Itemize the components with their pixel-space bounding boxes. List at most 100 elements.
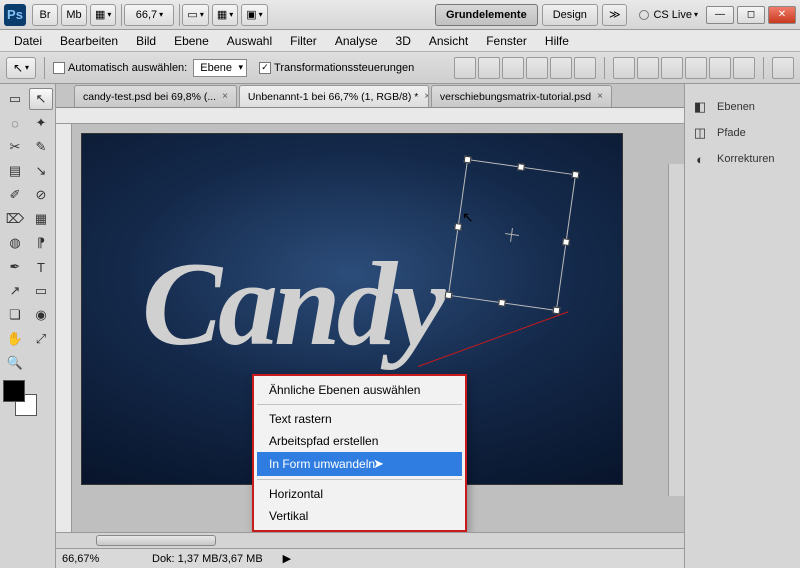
ctx-similar-layers[interactable]: Ähnliche Ebenen auswählen [257, 379, 462, 401]
align-top-button[interactable] [454, 57, 476, 79]
handle-br[interactable] [552, 306, 560, 314]
menu-3d[interactable]: 3D [388, 32, 419, 50]
menu-analyse[interactable]: Analyse [327, 32, 386, 50]
tool-move[interactable]: ↖ [29, 88, 53, 110]
align-right-button[interactable] [574, 57, 596, 79]
align-vcenter-button[interactable] [478, 57, 500, 79]
tool-pen[interactable]: ✒ [3, 256, 27, 278]
handle-tr[interactable] [572, 171, 580, 179]
distribute-4-button[interactable] [685, 57, 707, 79]
align-left-button[interactable] [526, 57, 548, 79]
handle-tl[interactable] [464, 156, 472, 164]
ctx-horizontal[interactable]: Horizontal [257, 483, 462, 505]
maximize-button[interactable]: ◻ [737, 6, 765, 24]
ctx-vertical[interactable]: Vertikal [257, 505, 462, 527]
auto-align-button[interactable] [772, 57, 794, 79]
workspace-more[interactable]: ≫ [602, 4, 628, 26]
tool-blur[interactable]: ◍ [3, 232, 27, 254]
distribute-2-button[interactable] [637, 57, 659, 79]
cs-live-button[interactable]: CS Live ▾ [639, 9, 698, 21]
status-doc-info[interactable]: Dok: 1,37 MB/3,67 MB [152, 553, 263, 565]
scrollbar-vertical[interactable] [668, 164, 684, 496]
tool-path-select[interactable]: ↗ [3, 280, 27, 302]
tool-rotate-view[interactable]: ⤢ [29, 328, 53, 350]
tool-healing[interactable]: ▤ [3, 160, 27, 182]
tab-close-icon[interactable]: × [222, 91, 228, 102]
tool-zoom[interactable]: 🔍 [3, 352, 27, 374]
handle-bc[interactable] [498, 299, 506, 307]
align-hcenter-button[interactable] [550, 57, 572, 79]
tool-shape[interactable]: ▭ [29, 280, 53, 302]
canvas-viewport[interactable]: Candy ↖ Ähnliche Ebenen auswähl [56, 124, 684, 532]
color-swatches[interactable] [3, 380, 43, 416]
panel-ebenen[interactable]: ◧Ebenen [691, 94, 794, 120]
handle-mr[interactable] [562, 238, 570, 246]
tool-dodge[interactable]: ⁋ [29, 232, 53, 254]
transform-controls-checkbox[interactable]: ✓ Transformationssteuerungen [259, 62, 414, 74]
menu-auswahl[interactable]: Auswahl [219, 32, 280, 50]
panel-korrekturen[interactable]: ◐Korrekturen [691, 146, 794, 172]
tool-history-brush[interactable]: ⊘ [29, 184, 53, 206]
scroll-thumb[interactable] [96, 535, 216, 546]
tool-wand[interactable]: ✦ [29, 112, 53, 134]
tool-lasso[interactable]: ◌ [3, 112, 27, 134]
tool-type[interactable]: T [29, 256, 53, 278]
distribute-6-button[interactable] [733, 57, 755, 79]
transform-center-icon[interactable] [504, 227, 520, 243]
align-bottom-button[interactable] [502, 57, 524, 79]
tool-3d-camera[interactable]: ◉ [29, 304, 53, 326]
doc-tab-0[interactable]: candy-test.psd bei 69,8% (...× [74, 85, 237, 107]
arrange-docs-button[interactable]: ▦▾ [212, 4, 238, 26]
menu-ebene[interactable]: Ebene [166, 32, 217, 50]
text-layer-candy[interactable]: Candy [142, 244, 442, 364]
tab-close-icon[interactable]: × [597, 91, 603, 102]
auto-select-checkbox[interactable]: Automatisch auswählen: [53, 62, 187, 74]
close-button[interactable]: ✕ [768, 6, 796, 24]
bridge-button[interactable]: Br [32, 4, 58, 26]
tool-hand[interactable]: ✋ [3, 328, 27, 350]
panel-pfade[interactable]: ◫Pfade [691, 120, 794, 146]
doc-tab-2[interactable]: verschiebungsmatrix-tutorial.psd× [431, 85, 612, 107]
menu-bild[interactable]: Bild [128, 32, 164, 50]
auto-select-target-dropdown[interactable]: Ebene [193, 59, 247, 77]
doc-tab-1[interactable]: Unbenannt-1 bei 66,7% (1, RGB/8) *× [239, 85, 429, 107]
scrollbar-horizontal[interactable] [56, 532, 684, 548]
ruler-vertical[interactable] [56, 124, 72, 532]
tool-3d[interactable]: ❏ [3, 304, 27, 326]
screen-mode2-button[interactable]: ▣▾ [241, 4, 267, 26]
tool-gradient[interactable]: ▦ [29, 208, 53, 230]
handle-ml[interactable] [454, 223, 462, 231]
tool-crop[interactable]: ✂ [3, 136, 27, 158]
distribute-5-button[interactable] [709, 57, 731, 79]
ctx-rasterize-text[interactable]: Text rastern [257, 408, 462, 430]
menu-filter[interactable]: Filter [282, 32, 325, 50]
tool-brush[interactable]: ↘ [29, 160, 53, 182]
status-arrow-icon[interactable]: ▶ [283, 552, 291, 565]
ctx-convert-to-shape[interactable]: In Form umwandeln➤ [257, 452, 462, 476]
view-extras-button[interactable]: ▭▾ [182, 4, 208, 26]
handle-tc[interactable] [517, 163, 525, 171]
tool-stamp[interactable]: ✐ [3, 184, 27, 206]
foreground-swatch[interactable] [3, 380, 25, 402]
menu-hilfe[interactable]: Hilfe [537, 32, 577, 50]
status-zoom[interactable]: 66,67% [62, 553, 132, 565]
menu-ansicht[interactable]: Ansicht [421, 32, 476, 50]
screen-mode-button[interactable]: ▦▾ [90, 4, 116, 26]
distribute-3-button[interactable] [661, 57, 683, 79]
handle-bl[interactable] [445, 291, 453, 299]
workspace-grundelemente[interactable]: Grundelemente [435, 4, 538, 26]
tool-eyedropper[interactable]: ✎ [29, 136, 53, 158]
distribute-1-button[interactable] [613, 57, 635, 79]
tool-marquee[interactable]: ▭ [3, 88, 27, 110]
ctx-create-work-path[interactable]: Arbeitspfad erstellen [257, 430, 462, 452]
workspace-design[interactable]: Design [542, 4, 598, 26]
zoom-level-dropdown[interactable]: 66,7▾ [124, 4, 174, 26]
tab-close-icon[interactable]: × [424, 91, 429, 102]
menu-bearbeiten[interactable]: Bearbeiten [52, 32, 126, 50]
minibridge-button[interactable]: Mb [61, 4, 87, 26]
menu-datei[interactable]: Datei [6, 32, 50, 50]
transform-bounding-box[interactable] [448, 159, 576, 311]
menu-fenster[interactable]: Fenster [478, 32, 535, 50]
ruler-horizontal[interactable] [56, 108, 684, 124]
tool-eraser[interactable]: ⌦ [3, 208, 27, 230]
